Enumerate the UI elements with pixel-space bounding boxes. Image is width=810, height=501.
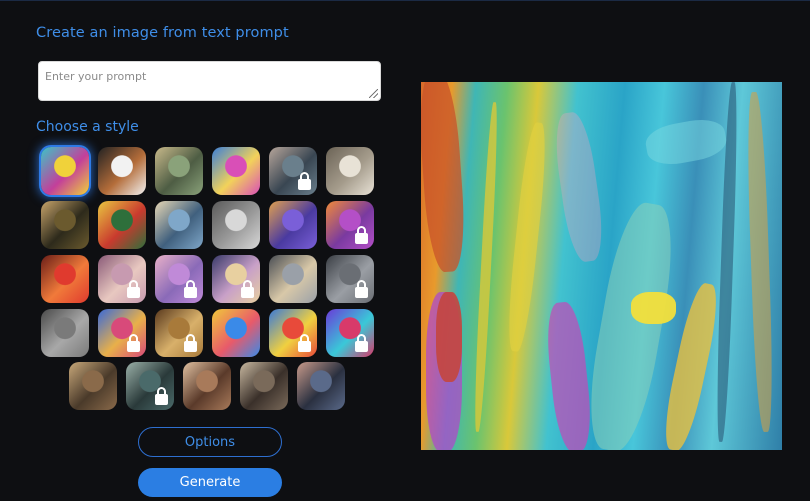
lock-icon — [184, 280, 197, 298]
options-button[interactable]: Options — [138, 427, 282, 457]
style-tile-flowers[interactable] — [98, 201, 146, 249]
style-tile-landscape-painting[interactable] — [155, 147, 203, 195]
style-tile-dancers[interactable] — [155, 201, 203, 249]
style-tile-misty-scene[interactable] — [326, 255, 374, 303]
style-tile-panda[interactable] — [98, 147, 146, 195]
style-tile-dark-portrait[interactable] — [126, 362, 174, 410]
style-tile-neon-face[interactable] — [41, 255, 89, 303]
style-tile-fantasy-creature[interactable] — [69, 362, 117, 410]
style-tile-metal-cup[interactable] — [212, 201, 260, 249]
style-tile-classic-portrait[interactable] — [183, 362, 231, 410]
style-tile-vivid-swirl[interactable] — [269, 309, 317, 357]
style-tile-robot[interactable] — [212, 147, 260, 195]
style-tile-colorful-figure[interactable] — [98, 309, 146, 357]
style-tile-pop-art-marilyn[interactable] — [212, 255, 260, 303]
style-tile-woman-portrait[interactable] — [269, 147, 317, 195]
lock-icon — [127, 334, 140, 352]
style-tile-soft-portrait[interactable] — [98, 255, 146, 303]
lock-icon — [184, 334, 197, 352]
style-grid — [0, 0, 400, 420]
lock-icon — [127, 280, 140, 298]
generated-image-preview — [421, 82, 782, 450]
lock-icon — [241, 280, 254, 298]
lock-icon — [355, 334, 368, 352]
style-tile-modern-house[interactable] — [269, 255, 317, 303]
lock-icon — [155, 387, 168, 405]
lock-icon — [298, 334, 311, 352]
style-tile-grey-texture[interactable] — [41, 309, 89, 357]
style-tile-sketch-figures[interactable] — [326, 147, 374, 195]
style-tile-abstract-paint[interactable] — [41, 147, 89, 195]
style-tile-icon-grid[interactable] — [212, 309, 260, 357]
style-tile-comic-face[interactable] — [297, 362, 345, 410]
style-tile-golden-abstract[interactable] — [155, 309, 203, 357]
style-tile-fox[interactable] — [326, 201, 374, 249]
generate-button[interactable]: Generate — [138, 468, 282, 497]
style-tile-steampunk-man[interactable] — [240, 362, 288, 410]
style-tile-glitch-art[interactable] — [326, 309, 374, 357]
style-tile-pastel-blur[interactable] — [155, 255, 203, 303]
style-tile-mona-lisa[interactable] — [41, 201, 89, 249]
style-tile-isometric-room[interactable] — [269, 201, 317, 249]
lock-icon — [355, 226, 368, 244]
lock-icon — [355, 280, 368, 298]
lock-icon — [298, 172, 311, 190]
